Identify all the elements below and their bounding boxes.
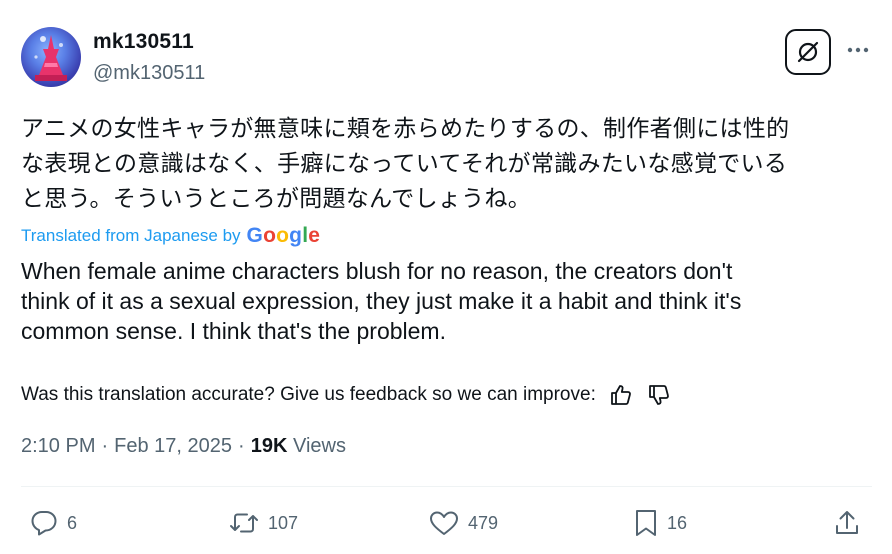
repost-button[interactable]: 107 xyxy=(228,505,298,541)
post-text-line: アニメの女性キャラが無意味に頬を赤らめたりするの、制作者側には性的 xyxy=(21,115,790,141)
bookmark-icon xyxy=(636,510,656,536)
thumbs-up-button[interactable] xyxy=(608,382,634,408)
avatar[interactable] xyxy=(21,27,81,87)
views-label: Views xyxy=(292,434,346,457)
bookmark-button[interactable]: 16 xyxy=(633,505,687,541)
post-text-japanese: アニメの女性キャラが無意味に頬を赤らめたりするの、制作者側には性的 な表現との意… xyxy=(21,111,881,216)
share-icon xyxy=(836,511,858,534)
repost-icon xyxy=(230,513,258,533)
share-button[interactable] xyxy=(833,505,861,541)
post-meta: 2:10 PM · Feb 17, 2025 · 19K Views xyxy=(21,432,346,460)
reply-icon xyxy=(31,511,57,536)
post-text-english: When female anime characters blush for n… xyxy=(21,256,881,346)
more-options-button[interactable] xyxy=(845,37,871,63)
repost-count: 107 xyxy=(268,512,299,533)
action-bar: 6 107 479 16 xyxy=(21,505,873,541)
author-handle[interactable]: @mk130511 xyxy=(93,62,205,85)
thumbs-down-icon xyxy=(648,385,669,405)
meta-separator: · xyxy=(101,434,109,457)
avatar-image xyxy=(34,35,67,81)
author-display-name[interactable]: mk130511 xyxy=(93,30,194,54)
post-text-line: think of it as a sexual expression, they… xyxy=(21,288,742,314)
translation-attribution[interactable]: Translated from Japanese by Google xyxy=(21,222,320,250)
reply-button[interactable]: 6 xyxy=(29,505,77,541)
reply-count: 6 xyxy=(67,512,78,533)
grok-button[interactable] xyxy=(785,29,831,75)
post-time[interactable]: 2:10 PM xyxy=(21,435,95,458)
more-icon xyxy=(847,47,869,53)
post-date[interactable]: Feb 17, 2025 xyxy=(114,435,232,458)
like-count: 479 xyxy=(468,512,499,533)
meta-separator: · xyxy=(238,434,245,457)
translated-from-label[interactable]: Translated from Japanese by xyxy=(21,226,241,246)
heart-icon xyxy=(430,511,458,535)
like-button[interactable]: 479 xyxy=(428,505,498,541)
translation-feedback: Was this translation accurate? Give us f… xyxy=(21,380,672,410)
grok-icon xyxy=(797,41,819,63)
views-count: 19K xyxy=(250,434,288,457)
post-text-line: When female anime characters blush for n… xyxy=(21,258,733,284)
post-text-line: common sense. I think that's the problem… xyxy=(21,318,446,344)
post-text-line: と思う。そういうところが問題なんでしょうね。 xyxy=(21,185,532,211)
post-text-line: な表現との意識はなく、手癖になっていてそれが常識みたいな感覚でいる xyxy=(21,150,788,176)
bookmark-count: 16 xyxy=(667,512,688,533)
views[interactable]: 19K Views xyxy=(251,435,346,458)
google-logo: Google xyxy=(246,224,321,247)
thumbs-down-button[interactable] xyxy=(646,382,672,408)
feedback-prompt: Was this translation accurate? Give us f… xyxy=(21,384,596,405)
thumbs-up-icon xyxy=(610,385,631,405)
divider xyxy=(21,486,872,487)
